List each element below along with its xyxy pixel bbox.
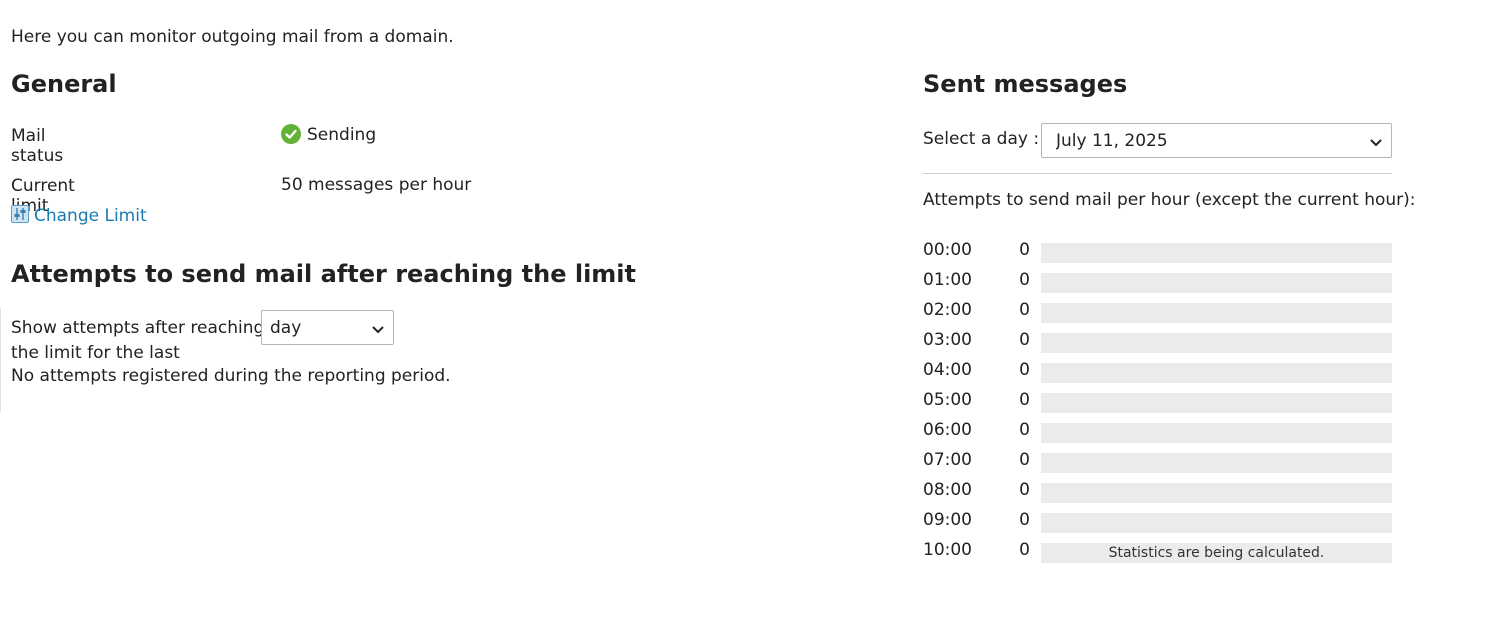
hour-row: 01:00 0 [923,270,1392,300]
hour-bar [1041,393,1392,413]
period-select[interactable]: day [261,310,394,345]
day-select-wrap: July 11, 2025 [1041,123,1392,158]
hour-label: 06:00 [923,420,972,440]
hour-label: 10:00 [923,540,972,560]
period-select-wrap: day [261,310,394,345]
hour-label: 09:00 [923,510,972,530]
change-limit-link[interactable]: Change Limit [11,205,147,226]
mail-status-text: Sending [307,125,377,145]
hourly-subtitle: Attempts to send mail per hour (except t… [923,190,1416,210]
hour-bar [1041,513,1392,533]
hour-row: 05:00 0 [923,390,1392,420]
left-divider [0,308,1,412]
sent-messages-heading: Sent messages [923,70,1128,98]
hour-row: 07:00 0 [923,450,1392,480]
hour-label: 02:00 [923,300,972,320]
attempts-heading: Attempts to send mail after reaching the… [11,260,637,288]
hour-label: 08:00 [923,480,972,500]
hour-count: 0 [1019,360,1030,380]
hour-bar [1041,333,1392,353]
hour-bar-note: Statistics are being calculated. [1108,545,1325,561]
hour-bar [1041,363,1392,383]
no-attempts-message: No attempts registered during the report… [11,366,451,386]
hour-bar [1041,273,1392,293]
day-select[interactable]: July 11, 2025 [1041,123,1392,158]
hour-count: 0 [1019,420,1030,440]
hour-label: 05:00 [923,390,972,410]
hour-row: 02:00 0 [923,300,1392,330]
hour-row: 08:00 0 [923,480,1392,510]
hour-row: 04:00 0 [923,360,1392,390]
check-circle-icon [281,124,301,144]
show-attempts-label-line2: the limit for the last [11,343,180,363]
section-divider [923,173,1392,174]
hour-count: 0 [1019,390,1030,410]
intro-text: Here you can monitor outgoing mail from … [11,27,454,47]
hour-count: 0 [1019,240,1030,260]
page: Here you can monitor outgoing mail from … [0,0,1488,621]
hour-bar [1041,303,1392,323]
hour-count: 0 [1019,270,1030,290]
hour-count: 0 [1019,480,1030,500]
hour-bar: Statistics are being calculated. [1041,543,1392,563]
select-day-label: Select a day : [923,129,1040,149]
hour-row: 06:00 0 [923,420,1392,450]
hour-count: 0 [1019,540,1030,560]
general-heading: General [11,70,117,98]
show-attempts-label-line1: Show attempts after reaching [11,318,265,338]
hour-row: 10:00 0 Statistics are being calculated. [923,540,1392,570]
hour-count: 0 [1019,330,1030,350]
hour-bar [1041,423,1392,443]
hour-count: 0 [1019,510,1030,530]
hour-label: 03:00 [923,330,972,350]
hour-label: 07:00 [923,450,972,470]
hour-row: 03:00 0 [923,330,1392,360]
mail-status-label: Mail status [11,126,64,166]
show-attempts-label: Show attempts after reaching the limit f… [11,316,264,366]
hour-bar [1041,243,1392,263]
hour-count: 0 [1019,300,1030,320]
mail-status-value: Sending [281,124,377,145]
sliders-icon [11,205,29,223]
hour-count: 0 [1019,450,1030,470]
current-limit-value: 50 messages per hour [281,175,472,195]
hour-row: 00:00 0 [923,240,1392,270]
change-limit-label[interactable]: Change Limit [34,206,147,226]
hour-bar [1041,483,1392,503]
hour-bar [1041,453,1392,473]
hour-label: 00:00 [923,240,972,260]
hour-label: 04:00 [923,360,972,380]
hour-label: 01:00 [923,270,972,290]
hour-row: 09:00 0 [923,510,1392,540]
